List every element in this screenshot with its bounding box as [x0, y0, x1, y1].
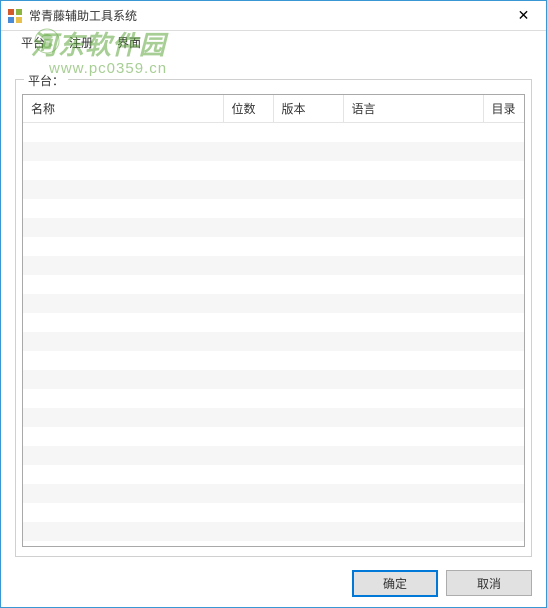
- table-row[interactable]: [23, 503, 524, 522]
- platform-groupbox: 平台： 名称 位数 版本 语言 目录: [15, 79, 532, 557]
- table-row[interactable]: [23, 332, 524, 351]
- table-row[interactable]: [23, 218, 524, 237]
- table-row[interactable]: [23, 484, 524, 503]
- menu-register[interactable]: 注册: [57, 31, 105, 54]
- table-row[interactable]: [23, 123, 524, 142]
- table-row[interactable]: [23, 313, 524, 332]
- platform-table-container: 名称 位数 版本 语言 目录: [22, 94, 525, 547]
- column-name[interactable]: 名称: [23, 95, 223, 123]
- table-row[interactable]: [23, 389, 524, 408]
- table-row[interactable]: [23, 275, 524, 294]
- close-button[interactable]: ✕: [501, 1, 546, 30]
- button-bar: 确定 取消: [352, 570, 532, 597]
- titlebar: 常青藤辅助工具系统 ✕: [1, 1, 546, 31]
- table-row[interactable]: [23, 446, 524, 465]
- column-version[interactable]: 版本: [273, 95, 343, 123]
- menu-platform[interactable]: 平台: [9, 31, 57, 54]
- table-row[interactable]: [23, 161, 524, 180]
- table-row[interactable]: [23, 408, 524, 427]
- table-row[interactable]: [23, 465, 524, 484]
- table-row[interactable]: [23, 256, 524, 275]
- menu-interface[interactable]: 界面: [105, 31, 153, 54]
- table-row[interactable]: [23, 142, 524, 161]
- column-directory[interactable]: 目录: [483, 95, 524, 123]
- groupbox-title: 平台：: [24, 72, 68, 89]
- content-area: 平台： 名称 位数 版本 语言 目录: [1, 53, 546, 567]
- table-row[interactable]: [23, 522, 524, 541]
- app-icon: [7, 8, 23, 24]
- table-row[interactable]: [23, 351, 524, 370]
- window-title: 常青藤辅助工具系统: [29, 7, 137, 24]
- table-row[interactable]: [23, 180, 524, 199]
- table-row[interactable]: [23, 237, 524, 256]
- table-row[interactable]: [23, 370, 524, 389]
- menubar: 平台 注册 界面: [1, 31, 546, 53]
- platform-table[interactable]: 名称 位数 版本 语言 目录: [23, 95, 524, 541]
- table-row[interactable]: [23, 427, 524, 446]
- cancel-button[interactable]: 取消: [446, 570, 532, 596]
- ok-button[interactable]: 确定: [352, 570, 438, 597]
- table-row[interactable]: [23, 294, 524, 313]
- column-language[interactable]: 语言: [343, 95, 483, 123]
- table-row[interactable]: [23, 199, 524, 218]
- table-header-row: 名称 位数 版本 语言 目录: [23, 95, 524, 123]
- column-bits[interactable]: 位数: [223, 95, 273, 123]
- table-body: [23, 123, 524, 541]
